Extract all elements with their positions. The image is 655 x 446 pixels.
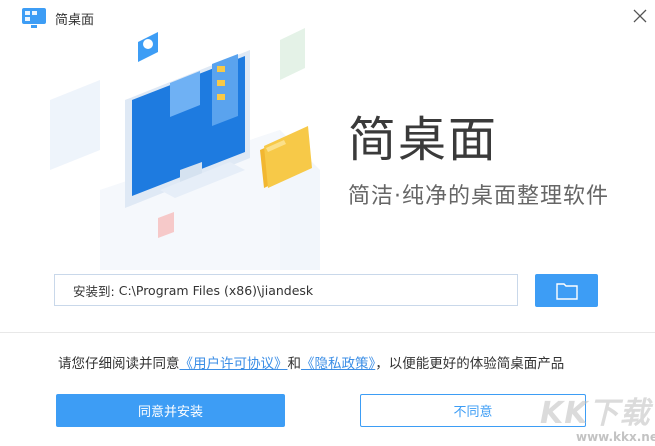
- agreement-prefix: 请您仔细阅读并同意: [58, 356, 180, 372]
- agreement-text: 请您仔细阅读并同意《用户许可协议》和《隐私政策》，以便能更好的体验简桌面产品: [58, 352, 564, 372]
- install-path-value[interactable]: C:\Program Files (x86)\jiandesk: [119, 283, 313, 298]
- agreement-and: 和: [287, 356, 302, 372]
- agreement-suffix: ，以便能更好的体验简桌面产品: [375, 356, 565, 372]
- user-license-link[interactable]: 《用户许可协议》: [180, 356, 288, 372]
- privacy-policy-link[interactable]: 《隐私政策》: [301, 356, 375, 372]
- folder-icon: [555, 282, 578, 300]
- close-icon[interactable]: [630, 6, 650, 26]
- brand-name: 简桌面: [348, 112, 499, 168]
- hero-illustration: [50, 28, 320, 270]
- watermark: KK下载 www.kkx.net: [540, 388, 655, 446]
- install-path-field[interactable]: 安装到: C:\Program Files (x86)\jiandesk: [54, 274, 518, 306]
- slogan: 简洁·纯净的桌面整理软件: [348, 184, 609, 209]
- agree-install-button[interactable]: 同意并安装: [56, 394, 285, 427]
- cloud-icon: [138, 32, 158, 62]
- watermark-url: www.kkx.net: [576, 430, 655, 444]
- watermark-text: KK下载: [540, 396, 651, 431]
- divider: [0, 332, 655, 333]
- browse-folder-button[interactable]: [535, 274, 598, 307]
- install-path-label: 安装到:: [73, 283, 115, 299]
